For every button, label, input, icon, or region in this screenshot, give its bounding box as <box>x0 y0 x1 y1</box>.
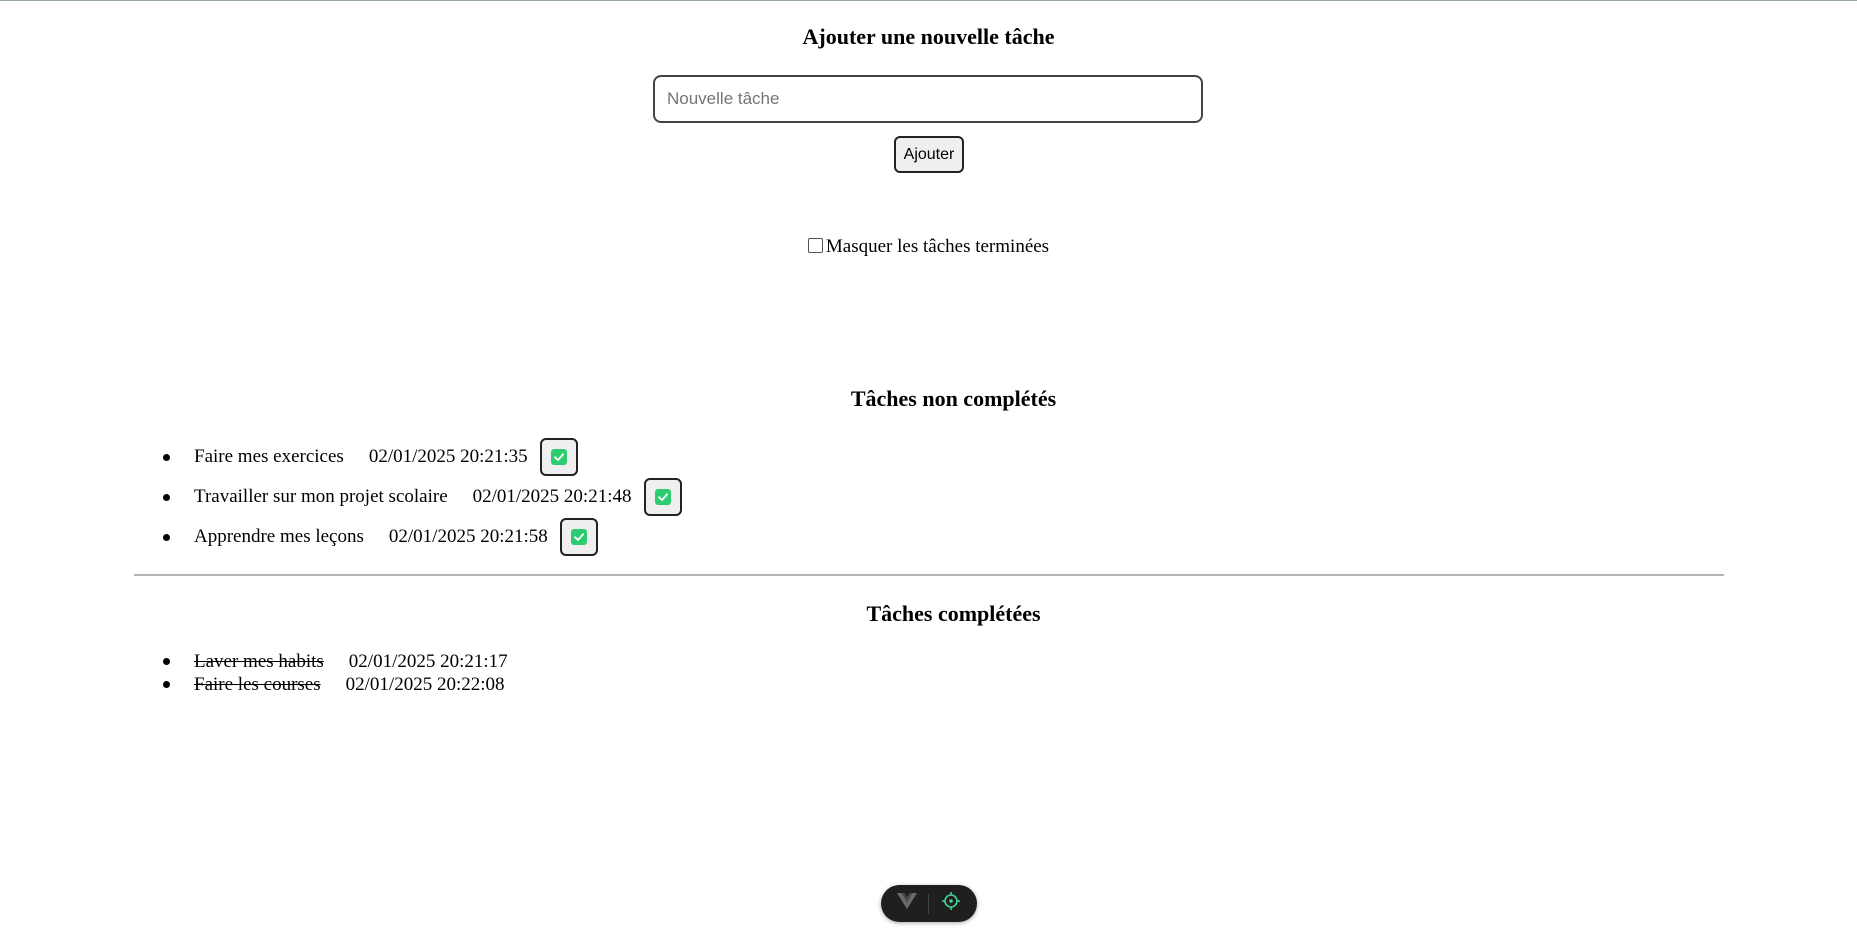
task-date: 02/01/2025 20:22:08 <box>345 673 505 695</box>
crosshair-icon <box>941 891 961 916</box>
new-task-input[interactable] <box>653 75 1203 123</box>
complete-task-button[interactable] <box>559 518 598 556</box>
list-bullet <box>163 453 170 461</box>
completed-task-item: Laver mes habits 02/01/2025 20:21:17 <box>163 650 520 673</box>
vue-logo-icon <box>896 892 918 915</box>
task-name: Laver mes habits <box>194 650 324 672</box>
task-date: 02/01/2025 20:21:35 <box>368 446 528 467</box>
pending-task-item: Apprendre mes leçons 02/01/2025 20:21:58 <box>163 517 682 557</box>
list-bullet <box>163 533 170 541</box>
devtools-toolbar <box>881 885 977 922</box>
hide-completed-row: Masquer les tâches terminées <box>0 236 1857 261</box>
pending-task-list: Faire mes exercices 02/01/2025 20:21:35 … <box>163 437 682 557</box>
task-name: Faire les courses <box>194 673 321 695</box>
pending-tasks-title: Tâches non complétés <box>850 386 1057 411</box>
completed-tasks-title: Tâches complétées <box>866 601 1041 626</box>
devtools-toggle-button[interactable] <box>892 889 922 919</box>
list-bullet <box>163 493 170 501</box>
hide-completed-checkbox[interactable] <box>807 237 823 253</box>
completed-task-list: Laver mes habits 02/01/2025 20:21:17 Fai… <box>163 650 520 696</box>
list-bullet <box>163 658 170 665</box>
pending-task-item: Travailler sur mon projet scolaire 02/01… <box>163 477 682 517</box>
task-name: Apprendre mes leçons <box>194 526 364 547</box>
pending-task-item: Faire mes exercices 02/01/2025 20:21:35 <box>163 437 682 477</box>
add-task-title: Ajouter une nouvelle tâche <box>802 24 1055 49</box>
task-date: 02/01/2025 20:21:58 <box>388 526 548 547</box>
task-date: 02/01/2025 20:21:17 <box>348 650 508 672</box>
list-bullet <box>163 681 170 688</box>
complete-task-button[interactable] <box>539 438 578 476</box>
check-square-icon <box>550 449 567 465</box>
todo-app: Ajouter une nouvelle tâche Ajouter Masqu… <box>0 0 1857 930</box>
hide-completed-toggle[interactable]: Masquer les tâches terminées <box>807 236 1050 258</box>
check-square-icon <box>654 489 671 505</box>
task-name: Faire mes exercices <box>194 446 344 467</box>
toolbar-divider <box>928 893 930 914</box>
window-top-border <box>0 0 1857 1</box>
hide-completed-label: Masquer les tâches terminées <box>825 236 1050 257</box>
inspect-button[interactable] <box>936 889 966 919</box>
check-square-icon <box>570 529 587 545</box>
add-task-button[interactable]: Ajouter <box>894 136 964 173</box>
complete-task-button[interactable] <box>643 478 682 516</box>
task-date: 02/01/2025 20:21:48 <box>472 486 632 507</box>
completed-task-item: Faire les courses 02/01/2025 20:22:08 <box>163 673 520 696</box>
section-divider <box>134 574 1724 576</box>
task-name: Travailler sur mon projet scolaire <box>194 486 448 507</box>
